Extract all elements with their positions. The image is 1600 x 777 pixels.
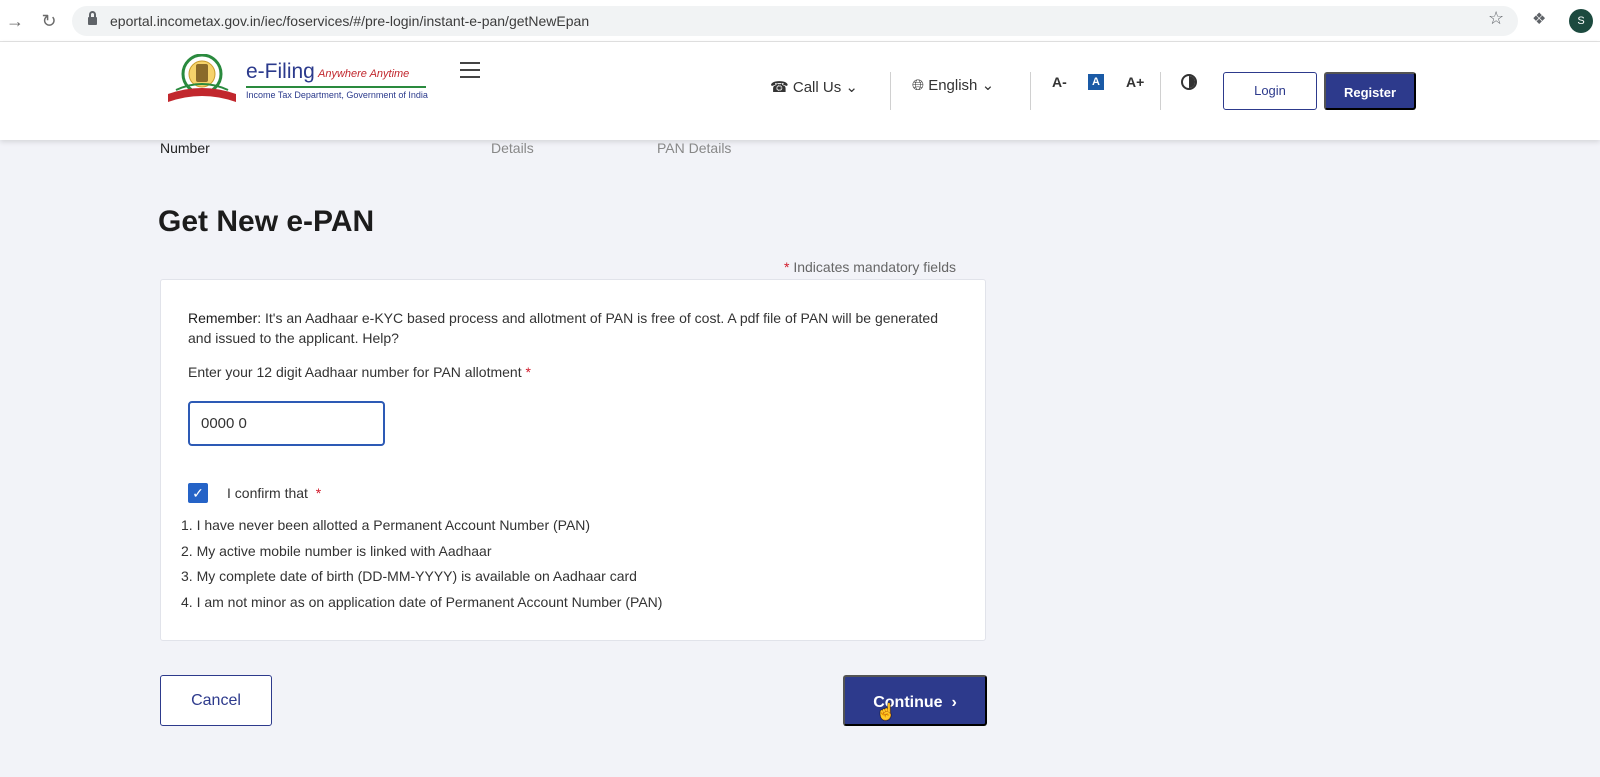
brand-divider (246, 86, 426, 88)
language-dropdown[interactable]: 🌐︎ English ⌄ (912, 76, 994, 94)
confirm-label: I confirm that * (227, 485, 321, 501)
epan-form-card: Remember: It's an Aadhaar e-KYC based pr… (160, 279, 986, 641)
lock-icon (88, 11, 97, 26)
phone-icon: ☎ (770, 79, 789, 96)
list-item: 4. I am not minor as on application date… (181, 593, 663, 610)
profile-avatar[interactable]: S (1569, 9, 1593, 33)
brand-tagline: Anywhere Anytime (318, 68, 410, 80)
chevron-down-icon: ⌄ (981, 77, 995, 94)
chevron-down-icon: ⌄ (845, 79, 858, 96)
remember-text: It's an Aadhaar e-KYC based process and … (188, 310, 939, 346)
list-item: 2. My active mobile number is linked wit… (181, 542, 492, 559)
address-bar[interactable]: eportal.incometax.gov.in/iec/foservices/… (72, 6, 1518, 36)
brand-subtitle: Income Tax Department, Government of Ind… (246, 90, 428, 100)
page-title: Get New e-PAN (158, 205, 375, 238)
aadhaar-number-input[interactable] (188, 401, 385, 446)
reload-icon[interactable]: ↻ (38, 10, 60, 32)
list-item: 1. I have never been allotted a Permanen… (181, 517, 591, 533)
mouse-pointer-icon: ☝ (876, 704, 896, 721)
login-button[interactable]: Login (1223, 72, 1317, 110)
cancel-button[interactable]: Cancel (160, 675, 272, 726)
income-tax-emblem-icon (168, 54, 236, 102)
aadhaar-field-label: Enter your 12 digit Aadhaar number for P… (188, 364, 531, 380)
site-header: e-Filing Anywhere Anytime Income Tax Dep… (0, 42, 1600, 140)
step-label-number: Number (160, 140, 210, 156)
font-normal-button[interactable]: A (1088, 74, 1104, 90)
divider (1160, 72, 1161, 110)
required-asterisk: * (525, 364, 531, 380)
list-item: 3. My complete date of birth (DD-MM-YYYY… (181, 568, 637, 584)
mandatory-note: * Indicates mandatory fields (784, 259, 956, 275)
condition-list: 1. I have never been allotted a Permanen… (181, 517, 662, 619)
extensions-icon[interactable]: ❖ (1532, 9, 1546, 29)
brand-title: e-Filing (246, 60, 315, 83)
remember-label: Remember: (188, 310, 262, 326)
remember-note: Remember: It's an Aadhaar e-KYC based pr… (188, 308, 948, 348)
register-button[interactable]: Register (1324, 72, 1416, 110)
url-text[interactable]: eportal.incometax.gov.in/iec/foservices/… (110, 13, 589, 29)
call-us-dropdown[interactable]: ☎ Call Us ⌄ (770, 78, 858, 96)
menu-icon[interactable] (460, 62, 480, 78)
bookmark-star-icon[interactable]: ☆ (1488, 8, 1504, 29)
call-us-label: Call Us (792, 79, 842, 96)
browser-toolbar: → ↻ eportal.incometax.gov.in/iec/foservi… (0, 0, 1600, 42)
divider (890, 72, 891, 110)
globe-icon: 🌐︎ (912, 77, 925, 94)
language-label: English (928, 77, 978, 94)
mandatory-note-text: Indicates mandatory fields (793, 259, 956, 275)
confirm-label-text: I confirm that (227, 485, 308, 501)
contrast-toggle-icon[interactable] (1181, 74, 1197, 90)
divider (1030, 72, 1031, 110)
step-label-details: Details (491, 140, 534, 156)
required-asterisk: * (315, 485, 322, 501)
continue-button[interactable]: Continue › (843, 675, 987, 726)
step-label-pan-details: PAN Details (657, 140, 732, 156)
confirm-checkbox[interactable]: ✓ (188, 483, 208, 503)
required-asterisk: * (784, 259, 790, 275)
forward-icon[interactable]: → (4, 10, 26, 32)
font-increase-button[interactable]: A+ (1126, 74, 1144, 90)
aadhaar-label-text: Enter your 12 digit Aadhaar number for P… (188, 364, 522, 380)
chevron-right-icon: › (947, 694, 957, 711)
font-decrease-button[interactable]: A- (1052, 74, 1067, 90)
